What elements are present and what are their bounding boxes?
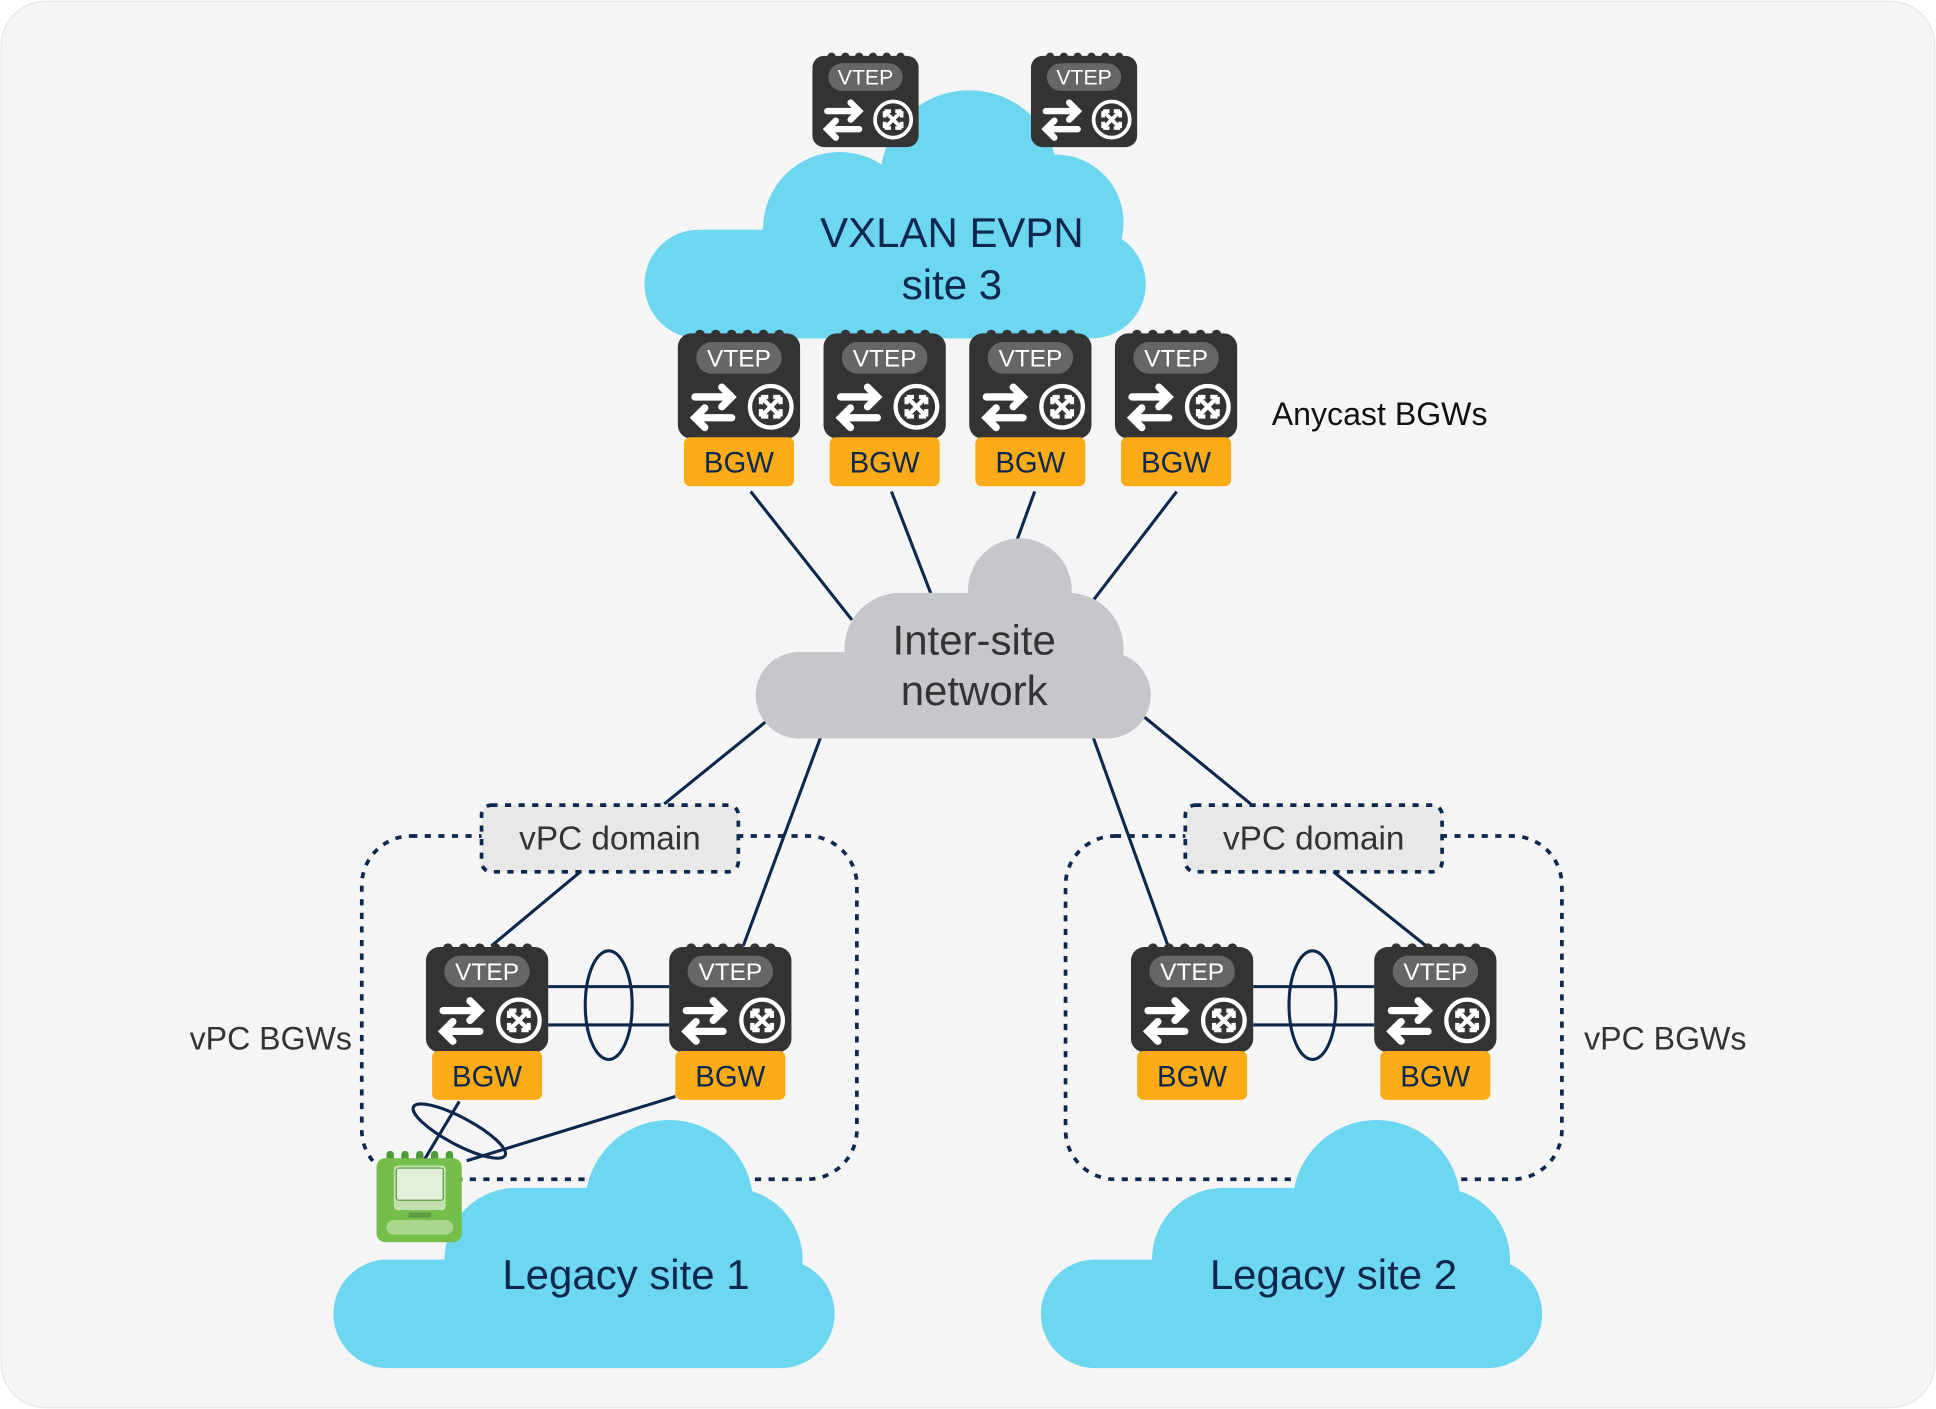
bgw-label: BGW — [704, 447, 774, 480]
intersite-label-line2: network — [901, 667, 1049, 714]
vtep-switch-icon: VTEP BGW — [677, 329, 801, 487]
vtep-label: VTEP — [1144, 345, 1208, 372]
vtep-label: VTEP — [838, 67, 893, 90]
bgw-label: BGW — [452, 1060, 522, 1093]
legacy-site1-label: Legacy site 1 — [502, 1251, 749, 1298]
vtep-switch-icon: VTEP — [812, 52, 919, 148]
diagram-canvas: VXLAN EVPN site 3 Inter-site network Leg… — [0, 0, 1936, 1409]
vtep-label: VTEP — [1160, 959, 1224, 986]
bgw-label: BGW — [695, 1060, 765, 1093]
legacy-site2-label: Legacy site 2 — [1210, 1251, 1457, 1298]
bgw-label: BGW — [1141, 447, 1211, 480]
vtep-switch-icon: VTEP BGW — [969, 329, 1092, 487]
bgw-label: BGW — [1400, 1060, 1470, 1093]
vtep-label: VTEP — [455, 959, 519, 986]
vtep-switch-icon: VTEP BGW — [1374, 943, 1497, 1100]
vtep-label: VTEP — [853, 345, 917, 372]
host-endpoint-icon — [376, 1150, 462, 1243]
vpc-bgws-label-left: vPC BGWs — [190, 1021, 352, 1057]
vtep-switch-icon: VTEP BGW — [669, 943, 792, 1100]
bgw-label: BGW — [1157, 1060, 1227, 1093]
anycast-bgws-label: Anycast BGWs — [1272, 396, 1488, 432]
vpc-domain-label-right: vPC domain — [1223, 821, 1405, 858]
intersite-label-line1: Inter-site — [893, 616, 1056, 663]
vpc-domain-label-left: vPC domain — [519, 821, 701, 858]
vtep-label: VTEP — [707, 345, 771, 372]
vtep-switch-icon: VTEP BGW — [1130, 943, 1254, 1100]
vtep-label: VTEP — [698, 959, 762, 986]
vtep-switch-icon: VTEP — [1030, 52, 1138, 148]
vpc-bgws-label-right: vPC BGWs — [1584, 1021, 1746, 1057]
site3-title-line1: VXLAN EVPN — [820, 209, 1084, 256]
vtep-label: VTEP — [1056, 67, 1111, 90]
vtep-switch-icon: VTEP BGW — [425, 943, 549, 1100]
vtep-label: VTEP — [998, 345, 1062, 372]
bgw-label: BGW — [995, 447, 1065, 480]
bgw-label: BGW — [850, 447, 920, 480]
site3-title-line2: site 3 — [902, 261, 1002, 308]
vtep-label: VTEP — [1403, 959, 1467, 986]
vtep-switch-icon: VTEP BGW — [823, 329, 946, 487]
vtep-switch-icon: VTEP BGW — [1114, 329, 1238, 487]
